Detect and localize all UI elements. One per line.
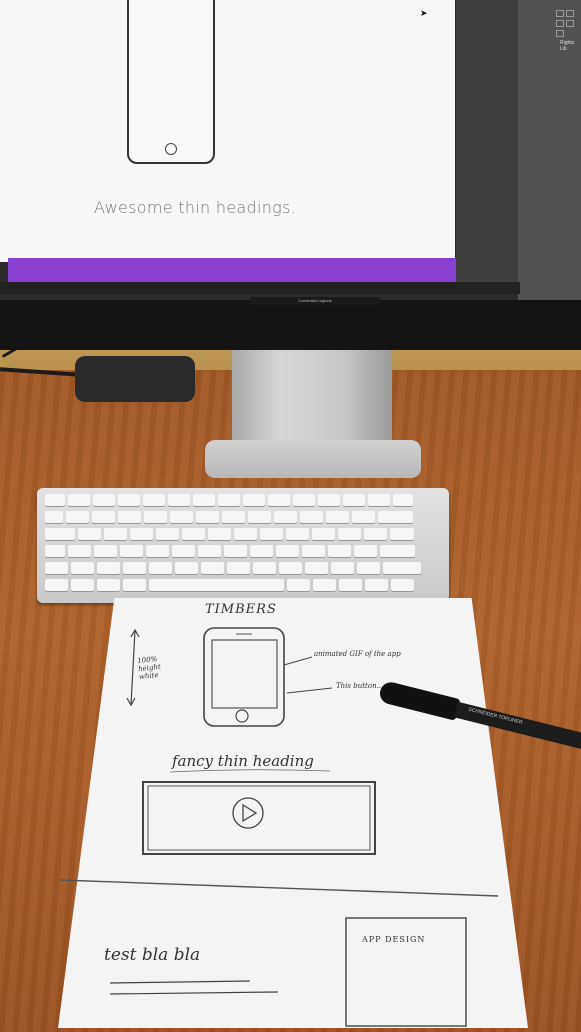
- sketch-heading: fancy thin heading: [172, 752, 314, 770]
- sketch-annotation: animated GIF of the app: [314, 650, 401, 658]
- sketch-drawings: [59, 627, 499, 1027]
- sketch-box-text: APP DESIGN: [362, 935, 426, 944]
- sketch-title: TIMBERS: [205, 602, 277, 617]
- sketch-bottom-text: test bla bla: [104, 945, 201, 965]
- sketch-annotation: This button...: [336, 682, 384, 690]
- sketch-left-note: 100% height white: [136, 655, 162, 682]
